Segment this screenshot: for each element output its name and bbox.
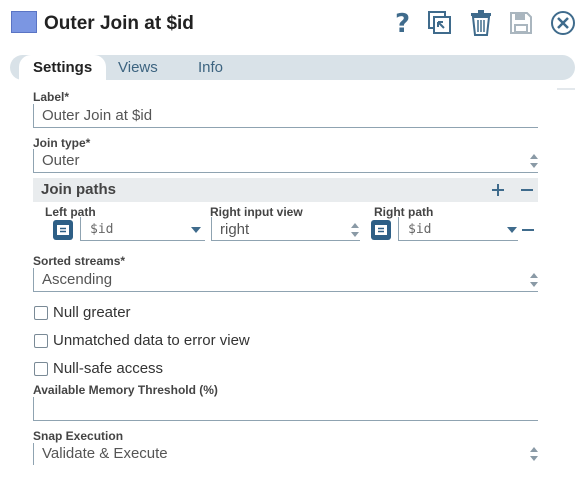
memory-threshold-input[interactable] [42, 400, 522, 418]
unmatched-data-label: Unmatched data to error view [53, 332, 250, 349]
join-type-underline [33, 172, 538, 173]
label-underline [33, 127, 538, 128]
sorted-streams-border [33, 268, 34, 292]
sorted-streams-select[interactable]: Ascending [42, 271, 112, 288]
join-type-updown-icon[interactable] [529, 153, 539, 169]
label-field-border [33, 104, 34, 128]
save-icon [507, 8, 535, 38]
scroll-indicator [557, 88, 575, 90]
left-path-input[interactable]: $id [90, 222, 113, 237]
null-greater-label: Null greater [53, 304, 131, 321]
join-type-border [33, 149, 34, 173]
snap-execution-select[interactable]: Validate & Execute [42, 445, 168, 462]
label-field-label: Label* [33, 90, 70, 104]
snap-execution-updown-icon[interactable] [529, 446, 539, 462]
memory-threshold-border [33, 397, 34, 421]
left-path-dropdown-icon[interactable] [190, 226, 202, 234]
tab-settings[interactable]: Settings [19, 55, 107, 80]
right-input-view-updown-icon[interactable] [350, 222, 360, 238]
tab-views[interactable]: Views [118, 55, 158, 80]
close-icon[interactable] [549, 8, 577, 38]
left-path-border [80, 217, 81, 241]
tab-info[interactable]: Info [198, 55, 223, 80]
null-greater-checkbox[interactable] [34, 306, 48, 320]
null-safe-access-checkbox[interactable] [34, 362, 48, 376]
left-path-expression-toggle[interactable] [53, 220, 73, 240]
label-input[interactable]: Outer Join at $id [42, 107, 152, 124]
right-input-view-border [211, 217, 212, 241]
memory-threshold-underline [33, 420, 538, 421]
right-path-border [398, 217, 399, 241]
left-path-underline [80, 240, 205, 241]
memory-threshold-label: Available Memory Threshold (%) [33, 383, 218, 397]
right-input-view-select[interactable]: right [220, 221, 249, 238]
copy-window-icon[interactable] [426, 8, 454, 38]
sorted-streams-updown-icon[interactable] [529, 272, 539, 288]
add-row-icon[interactable] [491, 183, 505, 197]
right-path-dropdown-icon[interactable] [506, 226, 518, 234]
unmatched-data-checkbox[interactable] [34, 334, 48, 348]
right-path-input[interactable]: $id [408, 222, 431, 237]
join-paths-title: Join paths [41, 181, 117, 198]
right-path-label: Right path [374, 205, 434, 219]
join-type-select[interactable]: Outer [42, 152, 80, 169]
null-safe-access-label: Null-safe access [53, 360, 164, 377]
snap-type-icon [11, 11, 37, 33]
right-path-expression-toggle[interactable] [371, 220, 391, 240]
snap-execution-label: Snap Execution [33, 429, 124, 443]
svg-text:?: ? [395, 9, 410, 37]
sorted-streams-label: Sorted streams* [33, 254, 126, 268]
remove-all-icon[interactable] [520, 183, 534, 197]
help-icon[interactable]: ? [389, 8, 417, 38]
right-input-view-label: Right input view [210, 205, 303, 219]
right-input-view-underline [211, 240, 360, 241]
page-title: Outer Join at $id [44, 13, 194, 34]
sorted-streams-underline [33, 291, 538, 292]
left-path-label: Left path [45, 205, 96, 219]
remove-row-icon[interactable] [521, 224, 535, 236]
snap-execution-border [33, 443, 34, 465]
trash-icon[interactable] [467, 8, 495, 38]
join-type-label: Join type* [33, 136, 91, 150]
right-path-underline [398, 240, 518, 241]
